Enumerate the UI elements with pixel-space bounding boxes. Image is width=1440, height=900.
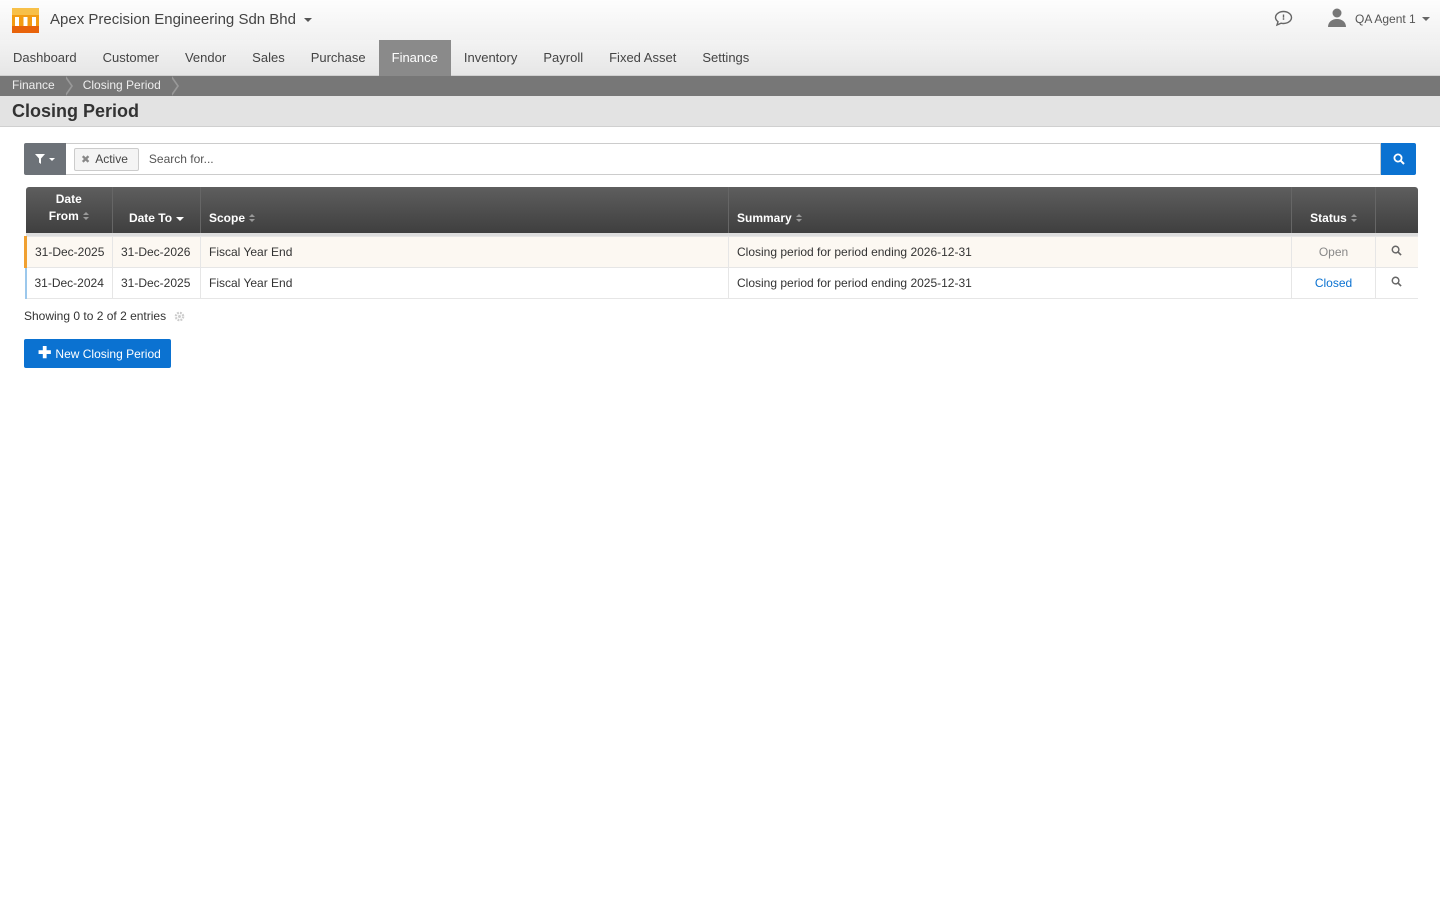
column-header-summary-label: Summary [737,211,792,225]
filter-icon [35,154,45,164]
status-badge[interactable]: Closed [1291,267,1376,299]
plus-icon: ✚ [38,344,52,362]
company-switcher[interactable]: Apex Precision Engineering Sdn Bhd [50,11,312,28]
filter-button[interactable] [24,143,66,175]
search-field: ✖ Active [66,143,1381,175]
column-header-date-to-label: Date To [128,211,173,225]
column-header-date-from[interactable]: Date From [25,187,113,233]
breadcrumb-finance[interactable]: Finance [0,76,73,96]
nav-item-inventory[interactable]: Inventory [451,40,530,76]
cell-date-to: 31-Dec-2026 [112,236,201,268]
search-icon [1391,276,1402,287]
nav-item-purchase[interactable]: Purchase [298,40,379,76]
column-header-actions [1376,187,1418,233]
chevron-down-icon [304,17,312,22]
main-nav: Dashboard Customer Vendor Sales Purchase… [0,40,1440,76]
close-icon[interactable]: ✖ [81,153,90,166]
view-button[interactable] [1375,236,1418,268]
cell-summary: Closing period for period ending 2026-12… [728,236,1292,268]
search-icon [1391,245,1402,256]
cell-summary: Closing period for period ending 2025-12… [728,267,1292,299]
view-button[interactable] [1375,267,1418,299]
table-info: Showing 0 to 2 of 2 entries [24,309,185,323]
breadcrumb: Finance Closing Period [0,76,1440,96]
sort-desc-icon [176,216,185,221]
entries-info: Showing 0 to 2 of 2 entries [24,309,167,323]
nav-item-payroll[interactable]: Payroll [530,40,596,76]
nav-item-settings[interactable]: Settings [689,40,762,76]
user-avatar-icon[interactable] [1327,7,1347,27]
cell-date-from: 31-Dec-2025 [24,236,113,268]
breadcrumb-closing-period[interactable]: Closing Period [65,76,179,96]
column-header-scope-label: Scope [209,211,246,225]
cell-date-from: 31-Dec-2024 [24,267,113,299]
nav-item-sales[interactable]: Sales [239,40,298,76]
column-header-date-to[interactable]: Date To [112,187,201,233]
new-closing-period-label: New Closing Period [55,346,161,361]
search-button[interactable] [1381,143,1416,175]
column-header-scope[interactable]: Scope [200,187,729,233]
cell-scope: Fiscal Year End [200,236,729,268]
column-header-summary[interactable]: Summary [728,187,1292,233]
company-name: Apex Precision Engineering Sdn Bhd [50,11,296,28]
top-bar: Apex Precision Engineering Sdn Bhd QA Ag… [0,0,1440,40]
table-row[interactable]: 31-Dec-2025 31-Dec-2026 Fiscal Year End … [24,236,1418,268]
gear-icon[interactable] [174,311,185,322]
page-header: Closing Period [0,96,1440,127]
page-title: Closing Period [12,101,140,121]
user-name: QA Agent 1 [1355,12,1416,26]
nav-item-vendor[interactable]: Vendor [172,40,239,76]
table-header-row: Date From Date To Scope Summary Status [25,187,1418,233]
company-logo-icon[interactable] [12,8,39,33]
column-header-status-label: Status [1310,211,1347,225]
column-header-date-from-line1: Date [55,192,82,206]
search-bar: ✖ Active [24,143,1416,175]
table-row[interactable]: 31-Dec-2024 31-Dec-2025 Fiscal Year End … [24,267,1418,299]
nav-item-finance[interactable]: Finance [378,40,451,76]
chevron-down-icon [1421,17,1430,21]
closing-period-table: Date From Date To Scope Summary Status 3… [24,187,1418,299]
search-icon [1393,153,1405,165]
chat-icon[interactable] [1274,10,1293,27]
new-closing-period-button[interactable]: ✚ New Closing Period [24,339,171,368]
column-header-status[interactable]: Status [1291,187,1376,233]
nav-item-fixed-asset[interactable]: Fixed Asset [596,40,689,76]
user-menu[interactable]: QA Agent 1 [1355,12,1430,26]
sort-icon [1350,214,1357,223]
sort-icon [82,212,89,221]
cell-date-to: 31-Dec-2025 [112,267,201,299]
nav-item-dashboard[interactable]: Dashboard [0,40,90,76]
filter-chip-active: ✖ Active [74,147,139,171]
nav-item-customer[interactable]: Customer [90,40,172,76]
status-badge: Open [1291,236,1376,268]
search-input[interactable] [148,152,1380,166]
filter-chip-label: Active [95,152,128,166]
chevron-down-icon [49,157,55,161]
cell-scope: Fiscal Year End [200,267,729,299]
sort-icon [795,214,802,223]
column-header-date-from-line2: From [48,209,79,223]
sort-icon [249,214,256,223]
